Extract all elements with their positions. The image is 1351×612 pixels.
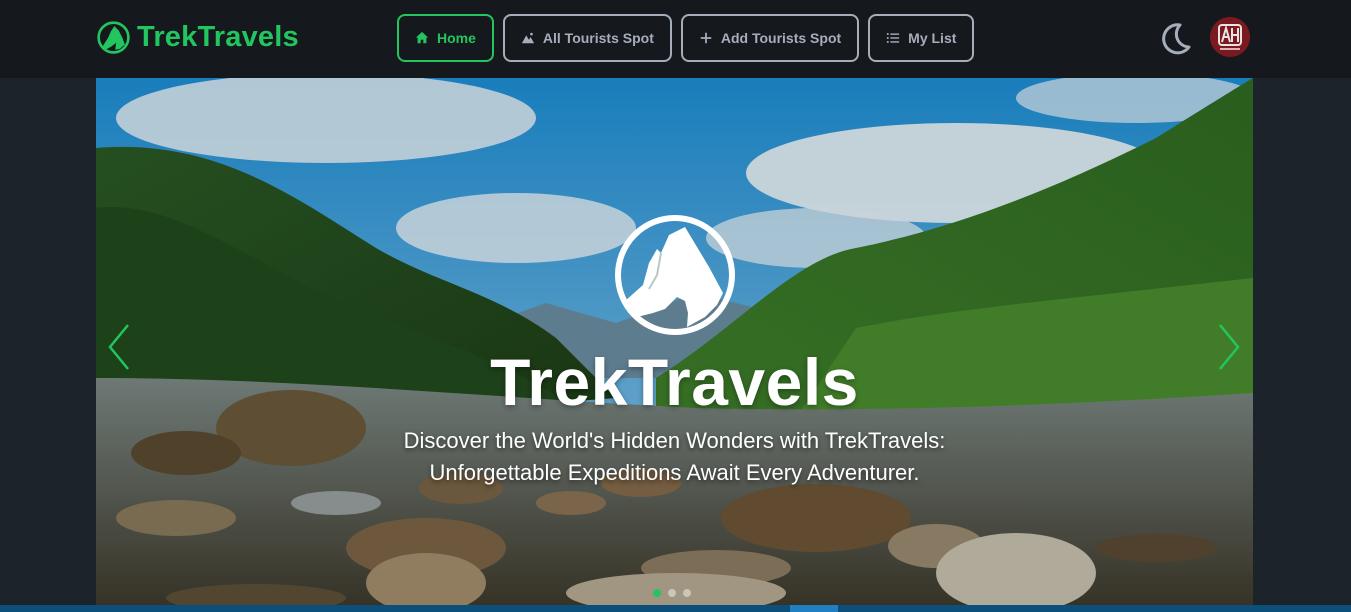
plus-icon	[700, 32, 712, 44]
navbar: TrekTravels Home All Tourists Spot Add T…	[0, 0, 1351, 78]
mountain-logo-icon	[97, 21, 130, 54]
nav-links: Home All Tourists Spot Add Tourists Spot…	[397, 14, 975, 62]
pagination-dot[interactable]	[683, 589, 691, 597]
hero-title: TrekTravels	[490, 345, 859, 419]
mountain-logo-icon	[614, 215, 735, 335]
nav-all-spots-button[interactable]: All Tourists Spot	[502, 14, 672, 62]
home-icon	[415, 31, 429, 44]
hero-subtitle-line-1: Discover the World's Hidden Wonders with…	[403, 428, 946, 453]
pagination-dot[interactable]	[653, 589, 661, 597]
hero-subtitle-line-2: Unforgettable Expeditions Await Every Ad…	[429, 460, 920, 485]
chevron-right-icon[interactable]	[1212, 323, 1244, 371]
mountain-icon	[521, 32, 535, 44]
nav-my-list-label: My List	[908, 30, 957, 46]
user-avatar[interactable]	[1210, 17, 1250, 57]
nav-add-spot-button[interactable]: Add Tourists Spot	[680, 14, 860, 62]
hero-carousel: TrekTravels Discover the World's Hidden …	[96, 78, 1253, 605]
pagination-dot[interactable]	[668, 589, 676, 597]
nav-home-button[interactable]: Home	[397, 14, 494, 62]
moon-icon[interactable]	[1158, 20, 1194, 56]
nav-home-label: Home	[437, 30, 476, 46]
hero-subtitle: Discover the World's Hidden Wonders with…	[96, 425, 1253, 489]
bottom-edge-bar	[0, 605, 1351, 612]
brand[interactable]: TrekTravels	[96, 20, 299, 55]
user-avatar-icon	[1210, 17, 1250, 57]
chevron-left-icon[interactable]	[104, 323, 136, 371]
bottom-edge-highlight	[790, 605, 838, 612]
nav-add-spot-label: Add Tourists Spot	[720, 30, 842, 46]
brand-name: TrekTravels	[137, 21, 299, 53]
hero-content: TrekTravels Discover the World's Hidden …	[96, 213, 1253, 489]
nav-my-list-button[interactable]: My List	[868, 14, 975, 62]
list-icon	[887, 33, 900, 43]
carousel-pagination	[653, 589, 691, 597]
nav-all-spots-label: All Tourists Spot	[542, 30, 654, 46]
